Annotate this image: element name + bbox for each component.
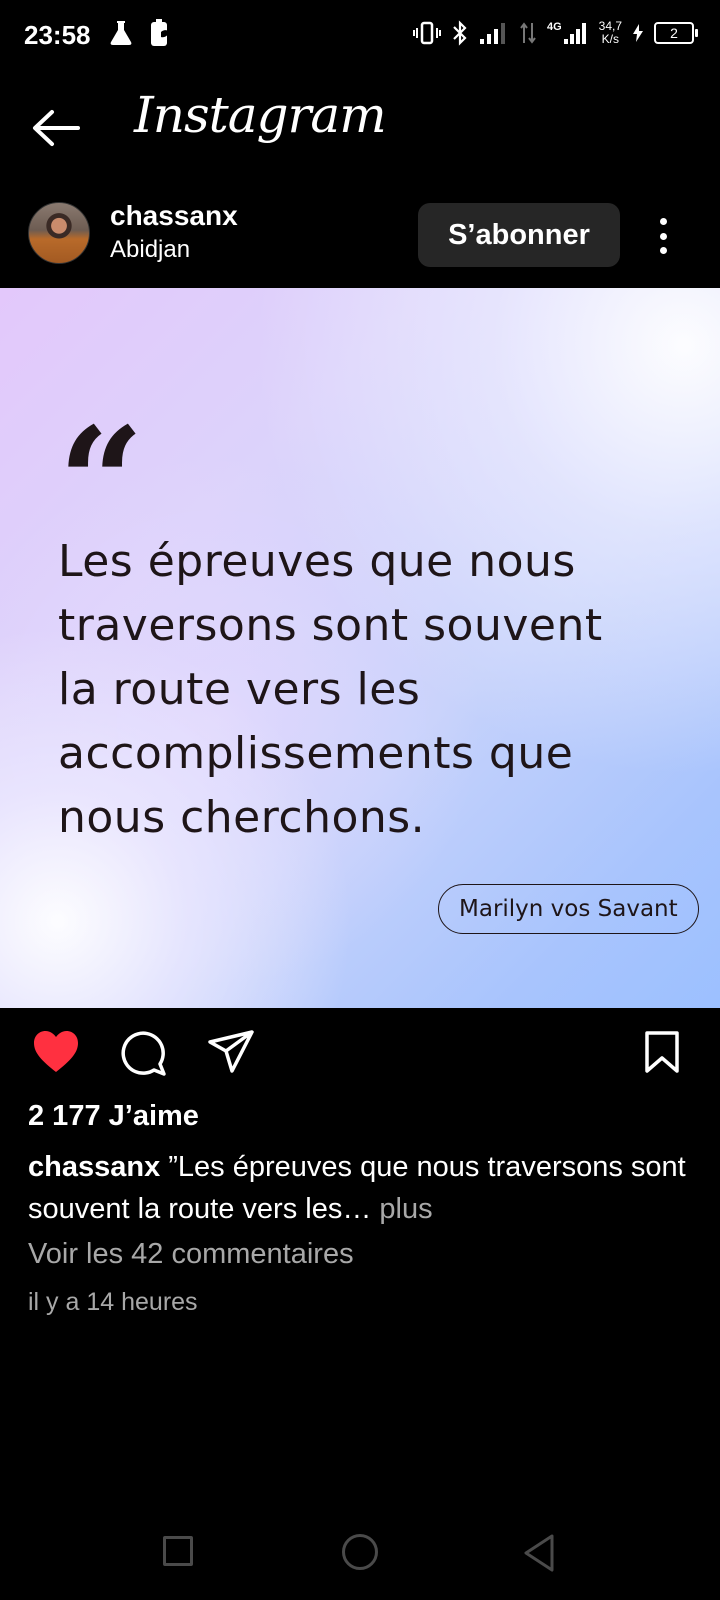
more-dot (659, 247, 667, 254)
nav-back-icon[interactable] (522, 1533, 556, 1573)
flask-icon (110, 21, 132, 45)
battery-level: 2 (670, 25, 678, 41)
status-notification-icons (108, 18, 172, 48)
charging-bolt-icon (633, 24, 643, 42)
more-dot (659, 218, 667, 225)
caption-username[interactable]: chassanx (28, 1151, 160, 1183)
battery-saver-icon (151, 19, 169, 46)
data-arrows-icon (520, 22, 536, 44)
app-title: Instagram (134, 86, 387, 144)
post-image[interactable]: “ Les épreuves que nous traversons sont … (0, 288, 720, 1008)
home-button[interactable] (342, 1534, 378, 1570)
vibrate-icon (412, 21, 441, 45)
network-speed: 34,7 K/s (599, 20, 622, 46)
status-bar: 23:58 4G 34,7 K/s 2 (0, 0, 720, 72)
arrow-left-icon[interactable] (30, 108, 82, 148)
bluetooth-icon (453, 20, 467, 46)
more-dot (659, 232, 667, 240)
post-username[interactable]: chassanx (110, 200, 238, 232)
status-system-icons: 4G 34,7 K/s 2 (412, 20, 698, 46)
network-speed-unit: K/s (601, 32, 619, 46)
recent-apps-button[interactable] (163, 1536, 193, 1566)
quote-mark-icon: “ (58, 395, 145, 571)
avatar[interactable] (28, 202, 90, 264)
follow-button[interactable]: S’abonner (418, 203, 620, 267)
quote-author: Marilyn vos Savant (438, 884, 699, 934)
comment-icon[interactable] (120, 1030, 166, 1076)
likes-count[interactable]: 2 177 J’aime (28, 1100, 199, 1133)
more-options-icon[interactable] (655, 218, 671, 254)
caption-more-link[interactable]: plus (371, 1193, 432, 1225)
post-timestamp: il y a 14 heures (28, 1288, 198, 1316)
share-icon[interactable] (208, 1030, 254, 1074)
battery-icon: 2 (654, 22, 698, 44)
post-caption[interactable]: chassanx ”Les épreuves que nous traverso… (28, 1146, 698, 1230)
view-comments-link[interactable]: Voir les 42 commentaires (28, 1238, 354, 1271)
signal-icon (479, 23, 505, 44)
quote-text: Les épreuves que nous traversons sont so… (58, 536, 603, 843)
status-time: 23:58 (24, 20, 91, 50)
network-type: 4G (546, 21, 562, 33)
signal-4g-icon (563, 23, 586, 44)
heart-icon[interactable] (32, 1030, 80, 1074)
network-signal-group: 4G (547, 21, 589, 45)
bookmark-icon[interactable] (644, 1030, 680, 1074)
post-location[interactable]: Abidjan (110, 236, 190, 264)
